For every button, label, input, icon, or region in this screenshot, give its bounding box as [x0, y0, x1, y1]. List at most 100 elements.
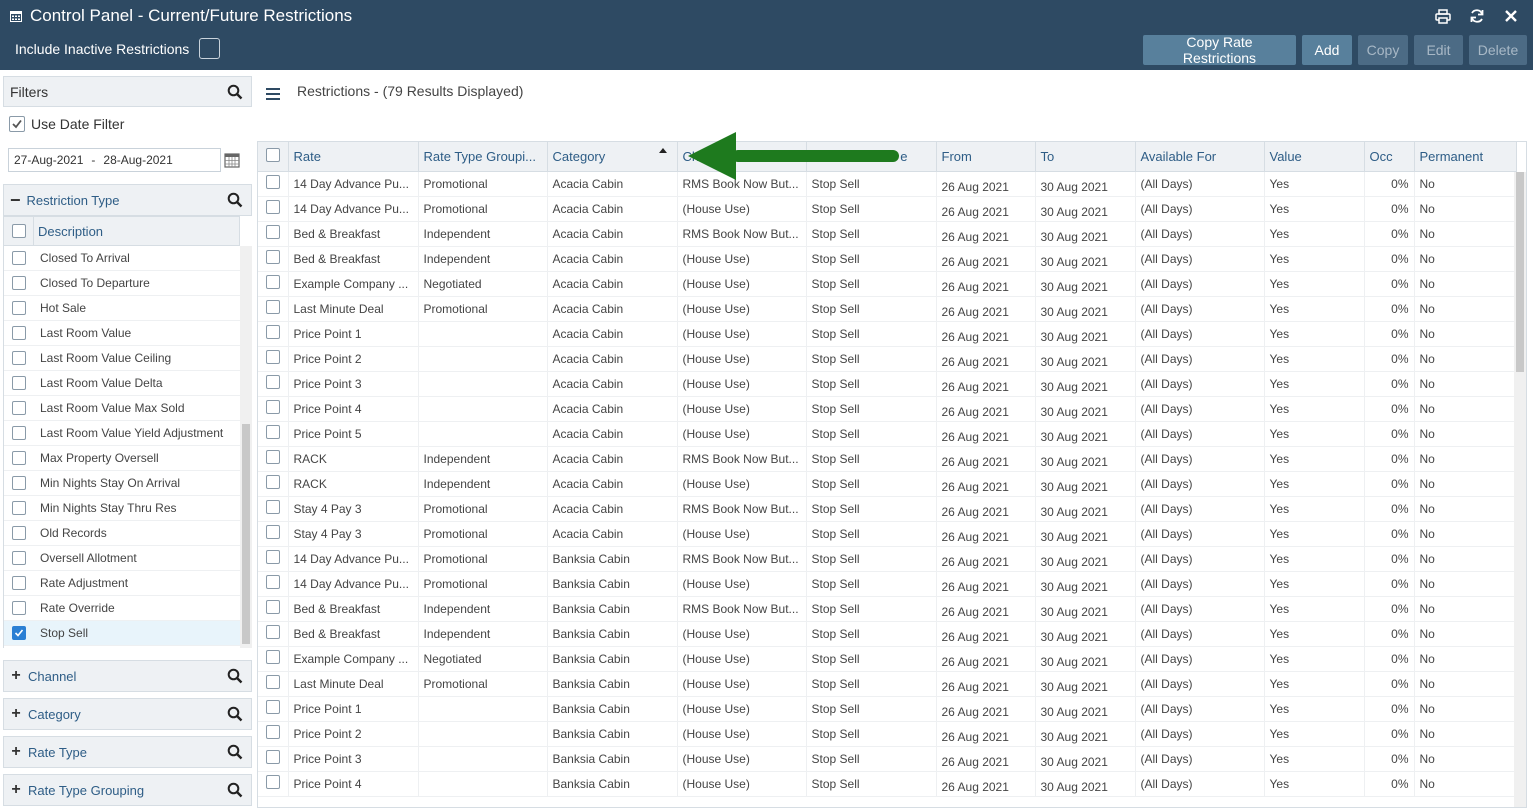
list-item[interactable]: Last Room Value Yield Adjustment: [4, 421, 240, 446]
list-item[interactable]: Last Room Value Delta: [4, 371, 240, 396]
select-all-rows-checkbox[interactable]: [266, 147, 280, 162]
table-row[interactable]: Last Minute Deal Promotional Acacia Cabin(…: [258, 296, 1517, 322]
table-row[interactable]: RACK Independent Acacia Cabin RMS Book Now …: [258, 446, 1517, 472]
list-item[interactable]: Last Room Value Ceiling: [4, 346, 240, 371]
row-checkbox[interactable]: [266, 625, 280, 639]
restriction-type-checkbox[interactable]: [12, 576, 26, 590]
row-checkbox[interactable]: [266, 700, 280, 714]
close-icon[interactable]: [1501, 6, 1521, 26]
search-icon[interactable]: [227, 744, 243, 760]
list-item[interactable]: Hot Sale: [4, 296, 240, 321]
table-row[interactable]: Stay 4 Pay 3 Promotional Acacia Cabin RMS B…: [258, 496, 1517, 522]
category-header[interactable]: + Category: [3, 698, 252, 730]
restriction-type-checkbox[interactable]: [12, 276, 26, 290]
table-row[interactable]: Bed & Breakfast Independent Banksia Cabin R…: [258, 596, 1517, 622]
row-checkbox[interactable]: [266, 600, 280, 614]
table-row[interactable]: Price Point 2 Acacia Cabin (House Use) Stop…: [258, 346, 1517, 372]
expand-icon[interactable]: +: [10, 743, 22, 761]
column-header-category[interactable]: Category: [547, 142, 678, 172]
table-row[interactable]: 14 Day Advance Pu... Promotional Banksia C…: [258, 546, 1517, 572]
list-item[interactable]: Closed To Arrival: [4, 246, 240, 271]
list-item[interactable]: Old Records: [4, 521, 240, 546]
restriction-type-checkbox[interactable]: [12, 526, 26, 540]
search-icon[interactable]: [227, 668, 243, 684]
table-row[interactable]: Bed & Breakfast Independent Banksia Cabin(…: [258, 621, 1517, 647]
column-header-rate-type-grouping[interactable]: Rate Type Groupi...: [418, 142, 548, 172]
table-row[interactable]: Price Point 4 Banksia Cabin (House Use) Sto…: [258, 771, 1517, 797]
table-row[interactable]: Price Point 1 Banksia Cabin (House Use) Sto…: [258, 696, 1517, 722]
list-item[interactable]: Rate Override: [4, 596, 240, 621]
menu-icon[interactable]: [265, 87, 281, 101]
rate-type-header[interactable]: + Rate Type: [3, 736, 252, 768]
column-header-permanent[interactable]: Permanent: [1414, 142, 1517, 172]
table-row[interactable]: Bed & Breakfast Independent Acacia Cabin RM…: [258, 221, 1517, 247]
select-all-checkbox[interactable]: [12, 224, 26, 238]
include-inactive-checkbox[interactable]: [199, 38, 221, 59]
list-item[interactable]: Rate Adjustment: [4, 571, 240, 596]
row-checkbox[interactable]: [266, 475, 280, 489]
list-item[interactable]: Max Property Oversell: [4, 446, 240, 471]
table-row[interactable]: Bed & Breakfast Independent Acacia Cabin (H…: [258, 246, 1517, 272]
list-item[interactable]: Oversell Allotment: [4, 546, 240, 571]
description-header-label[interactable]: Description: [38, 224, 103, 239]
row-checkbox[interactable]: [266, 325, 280, 339]
row-checkbox[interactable]: [266, 500, 280, 514]
rate-type-grouping-header[interactable]: + Rate Type Grouping: [3, 774, 252, 806]
copy-button[interactable]: Copy: [1358, 35, 1408, 65]
column-header-from[interactable]: From: [936, 142, 1036, 172]
list-item[interactable]: Min Nights Stay On Arrival: [4, 471, 240, 496]
table-row[interactable]: RACK Independent Acacia Cabin (House Use) St…: [258, 471, 1517, 497]
scrollbar-thumb[interactable]: [1516, 172, 1524, 372]
restriction-type-checkbox[interactable]: [12, 401, 26, 415]
table-row[interactable]: Price Point 1 Acacia Cabin (House Use) Stop…: [258, 321, 1517, 347]
table-row[interactable]: Price Point 3 Acacia Cabin (House Use) Stop…: [258, 371, 1517, 397]
row-checkbox[interactable]: [266, 450, 280, 464]
column-header-occ[interactable]: Occ: [1364, 142, 1415, 172]
row-checkbox[interactable]: [266, 250, 280, 264]
row-checkbox[interactable]: [266, 350, 280, 364]
row-checkbox[interactable]: [266, 200, 280, 214]
list-item[interactable]: Closed To Departure: [4, 271, 240, 296]
row-checkbox[interactable]: [266, 175, 280, 189]
restriction-type-checkbox[interactable]: [12, 601, 26, 615]
restriction-type-checkbox[interactable]: [12, 426, 26, 440]
collapse-icon[interactable]: −: [10, 190, 21, 211]
scrollbar-thumb[interactable]: [242, 424, 250, 644]
row-checkbox[interactable]: [266, 750, 280, 764]
row-checkbox[interactable]: [266, 725, 280, 739]
row-checkbox[interactable]: [266, 225, 280, 239]
restriction-type-checkbox[interactable]: [12, 551, 26, 565]
restriction-type-checkbox[interactable]: [12, 351, 26, 365]
calendar-picker-icon[interactable]: [224, 152, 240, 168]
column-header-rate[interactable]: Rate: [288, 142, 419, 172]
restriction-type-checkbox[interactable]: [12, 501, 26, 515]
copy-rate-restrictions-button[interactable]: Copy Rate Restrictions: [1143, 34, 1296, 66]
list-item[interactable]: Last Room Value Max Sold: [4, 396, 240, 421]
table-row[interactable]: Stay 4 Pay 3 Promotional Acacia Cabin (Hous…: [258, 521, 1517, 547]
expand-icon[interactable]: +: [10, 781, 22, 799]
expand-icon[interactable]: +: [10, 667, 22, 685]
date-range-input[interactable]: 27-Aug-2021 - 28-Aug-2021: [8, 148, 221, 172]
restriction-type-checkbox[interactable]: [12, 451, 26, 465]
search-icon[interactable]: [227, 192, 243, 208]
row-checkbox[interactable]: [266, 425, 280, 439]
row-checkbox[interactable]: [266, 775, 280, 789]
add-button[interactable]: Add: [1302, 35, 1352, 65]
search-icon[interactable]: [227, 782, 243, 798]
row-checkbox[interactable]: [266, 675, 280, 689]
column-header-value[interactable]: Value: [1264, 142, 1365, 172]
search-icon[interactable]: [227, 706, 243, 722]
list-item[interactable]: Min Nights Stay Thru Res: [4, 496, 240, 521]
row-checkbox[interactable]: [266, 375, 280, 389]
search-icon[interactable]: [227, 84, 243, 100]
restriction-type-checkbox[interactable]: [12, 301, 26, 315]
table-row[interactable]: Price Point 5 Acacia Cabin (House Use) Stop…: [258, 421, 1517, 447]
table-row[interactable]: 14 Day Advance Pu... Promotional Banksia C…: [258, 571, 1517, 597]
restriction-type-checkbox[interactable]: [12, 326, 26, 340]
table-row[interactable]: Example Company ... Negotiated Acacia Cabi…: [258, 271, 1517, 297]
row-checkbox[interactable]: [266, 275, 280, 289]
list-item[interactable]: Last Room Value: [4, 321, 240, 346]
restriction-type-checkbox[interactable]: [12, 376, 26, 390]
restriction-type-header[interactable]: − Restriction Type: [3, 184, 252, 216]
channel-header[interactable]: + Channel: [3, 660, 252, 692]
